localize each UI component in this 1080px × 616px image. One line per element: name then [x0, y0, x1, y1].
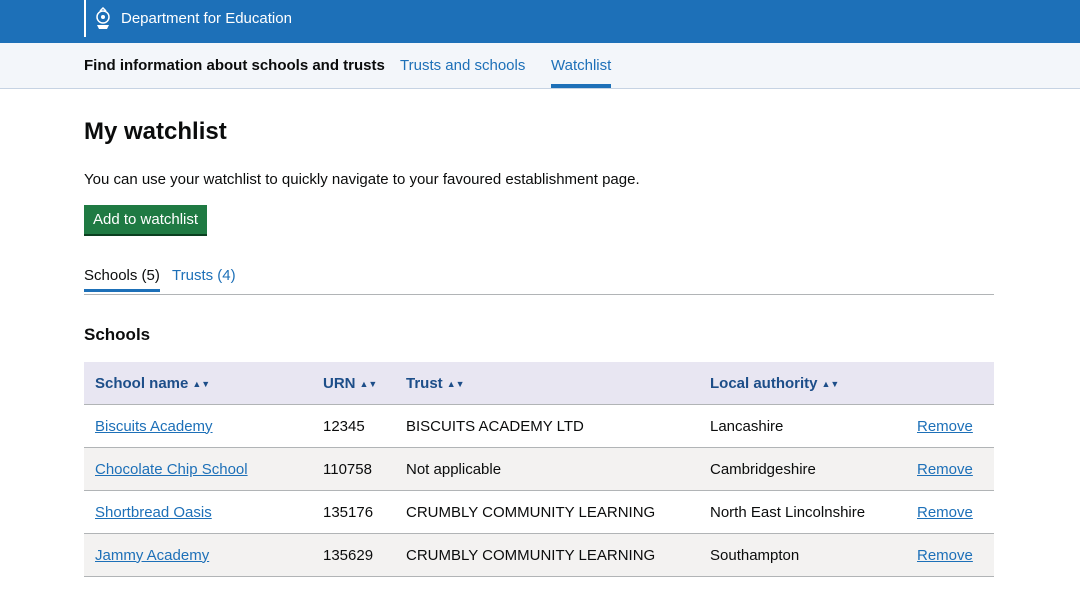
column-header-local-authority[interactable]: Local authority ▲▼ — [699, 362, 906, 405]
column-header-trust[interactable]: Trust ▲▼ — [395, 362, 699, 405]
watchlist-tabs: Schools (5) Trusts (4) — [84, 258, 994, 295]
urn-cell: 135629 — [312, 533, 395, 577]
school-link[interactable]: Biscuits Academy — [95, 418, 213, 435]
table-row: Shortbread Oasis 135176 CRUMBLY COMMUNIT… — [84, 490, 994, 534]
remove-link[interactable]: Remove — [917, 461, 973, 478]
org-name: Department for Education — [121, 10, 292, 27]
service-navigation: Find information about schools and trust… — [0, 43, 1080, 89]
add-to-watchlist-button[interactable]: Add to watchlist — [84, 205, 208, 234]
trust-cell: CRUMBLY COMMUNITY LEARNING — [395, 490, 699, 534]
schools-table: School name ▲▼ URN ▲▼ Trust ▲▼ Local author… — [84, 362, 994, 577]
sort-icon: ▲▼ — [446, 378, 465, 389]
local-authority-cell: Cambridgeshire — [699, 447, 906, 491]
site-header: Department for Education — [0, 0, 1080, 43]
remove-link[interactable]: Remove — [917, 418, 973, 435]
table-header-row: School name ▲▼ URN ▲▼ Trust ▲▼ Local author… — [84, 362, 994, 405]
urn-cell: 110758 — [312, 447, 395, 491]
column-header-school-name[interactable]: School name ▲▼ — [84, 362, 312, 405]
local-authority-cell: Southampton — [699, 533, 906, 577]
sort-icon: ▲▼ — [821, 378, 840, 389]
sort-icon: ▲▼ — [192, 378, 211, 389]
local-authority-cell: Lancashire — [699, 404, 906, 448]
remove-link[interactable]: Remove — [917, 504, 973, 521]
royal-crest-icon — [96, 6, 110, 29]
urn-cell: 12345 — [312, 404, 395, 448]
sort-icon: ▲▼ — [359, 378, 378, 389]
remove-link[interactable]: Remove — [917, 547, 973, 564]
table-row: Chocolate Chip School 110758 Not applica… — [84, 447, 994, 491]
column-header-urn[interactable]: URN ▲▼ — [312, 362, 395, 405]
section-title: Schools — [84, 325, 151, 344]
trust-cell: Not applicable — [395, 447, 699, 491]
org-logo-link[interactable]: Department for Education — [84, 0, 292, 37]
school-link[interactable]: Shortbread Oasis — [95, 504, 212, 521]
local-authority-cell: North East Lincolnshire — [699, 490, 906, 534]
nav-trusts-and-schools[interactable]: Trusts and schools — [400, 57, 525, 74]
trust-cell: BISCUITS ACADEMY LTD — [395, 404, 699, 448]
trust-cell: CRUMBLY COMMUNITY LEARNING — [395, 533, 699, 577]
school-link[interactable]: Chocolate Chip School — [95, 461, 248, 478]
page-title: My watchlist — [84, 118, 227, 145]
service-name[interactable]: Find information about schools and trust… — [84, 57, 385, 74]
tab-schools[interactable]: Schools (5) — [84, 267, 160, 292]
table-row: Biscuits Academy 12345 BISCUITS ACADEMY … — [84, 404, 994, 448]
table-row: Jammy Academy 135629 CRUMBLY COMMUNITY L… — [84, 533, 994, 577]
tab-trusts[interactable]: Trusts (4) — [172, 267, 236, 284]
page-intro: You can use your watchlist to quickly na… — [84, 171, 640, 188]
column-header-actions — [906, 362, 994, 405]
urn-cell: 135176 — [312, 490, 395, 534]
nav-watchlist[interactable]: Watchlist — [551, 57, 612, 88]
school-link[interactable]: Jammy Academy — [95, 547, 209, 564]
